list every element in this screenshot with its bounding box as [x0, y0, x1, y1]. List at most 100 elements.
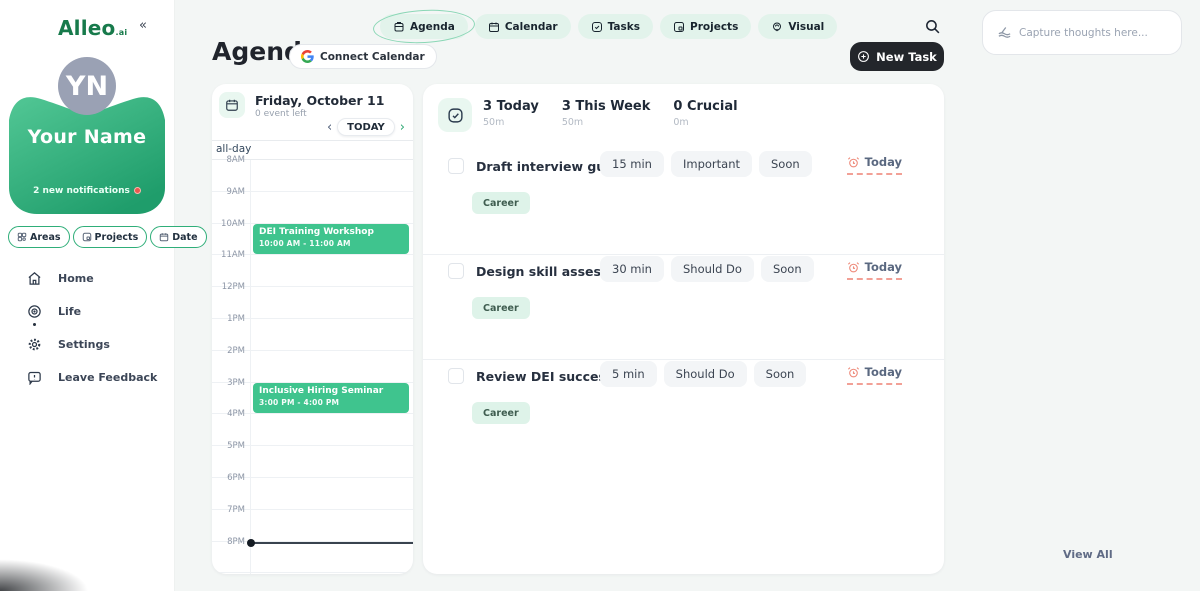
calendar-event[interactable]: DEI Training Workshop 10:00 AM - 11:00 A…: [253, 224, 409, 254]
calendar-events-left: 0 event left: [255, 109, 307, 119]
stat-count: 3: [562, 99, 571, 114]
task-checkbox[interactable]: [448, 158, 464, 174]
feedback-icon: [27, 370, 42, 385]
hour-label: 10AM: [212, 219, 245, 229]
hour-label: 8AM: [212, 155, 245, 165]
task-pills: 15 min Important Soon: [600, 151, 812, 177]
hour-label: 3PM: [212, 378, 245, 388]
urgency-pill[interactable]: Soon: [761, 256, 814, 282]
tasks-check-icon: [591, 21, 603, 33]
stat-count: 3: [483, 99, 492, 114]
task-checkbox[interactable]: [448, 368, 464, 384]
duration-pill[interactable]: 15 min: [600, 151, 664, 177]
task-tag[interactable]: Career: [472, 297, 530, 319]
connect-calendar-button[interactable]: Connect Calendar: [289, 44, 437, 69]
due-label: Today: [865, 365, 902, 379]
calendar-hour-grid: 8AM 9AM 10AM 11AM 12PM 1PM 2PM 3PM 4PM 5…: [212, 160, 413, 574]
quick-capture-icon: [997, 25, 1012, 40]
sidebar-item-leave-feedback[interactable]: Leave Feedback: [0, 361, 175, 394]
calendar-event[interactable]: Inclusive Hiring Seminar 3:00 PM - 4:00 …: [253, 383, 409, 413]
gear-icon: [27, 337, 42, 352]
tab-label: Visual: [788, 21, 824, 33]
tab-label: Calendar: [505, 21, 558, 33]
sidebar-item-home[interactable]: Home: [0, 262, 175, 295]
tab-label: Projects: [690, 21, 738, 33]
avatar[interactable]: YN: [58, 57, 116, 115]
hour-label: 1PM: [212, 314, 245, 324]
collapse-sidebar-icon[interactable]: «: [139, 18, 147, 33]
today-button[interactable]: TODAY: [337, 118, 395, 136]
notification-dot: [134, 187, 141, 194]
filter-projects-button[interactable]: Projects: [73, 226, 148, 248]
hour-label: 2PM: [212, 346, 245, 356]
connect-calendar-label: Connect Calendar: [320, 51, 425, 63]
current-time-indicator: [250, 542, 413, 544]
app-logo: Alleo.ai: [58, 16, 127, 40]
alarm-clock-icon: [847, 156, 860, 169]
capture-thoughts-input[interactable]: [1019, 27, 1167, 39]
search-button[interactable]: [924, 18, 944, 38]
filter-date-button[interactable]: Date: [150, 226, 206, 248]
areas-icon: [17, 232, 27, 242]
task-tag[interactable]: Career: [472, 192, 530, 214]
google-icon: [301, 50, 314, 63]
task-due[interactable]: Today: [847, 155, 902, 175]
calendar-panel: Friday, October 11 0 event left ‹ TODAY …: [212, 84, 413, 574]
event-title: DEI Training Workshop: [259, 227, 403, 237]
tab-agenda[interactable]: Agenda: [380, 14, 468, 39]
task-due[interactable]: Today: [847, 260, 902, 280]
urgency-pill[interactable]: Soon: [759, 151, 812, 177]
tab-visual[interactable]: Visual: [758, 14, 837, 39]
plus-circle-icon: [857, 50, 870, 63]
calendar-navigation: ‹ TODAY ›: [327, 118, 405, 136]
prev-day-button[interactable]: ‹: [327, 121, 332, 134]
calendar-date-title: Friday, October 11: [255, 93, 384, 108]
filter-projects-label: Projects: [95, 232, 139, 243]
priority-pill[interactable]: Important: [671, 151, 752, 177]
task-pills: 30 min Should Do Soon: [600, 256, 814, 282]
task-due[interactable]: Today: [847, 365, 902, 385]
event-time: 10:00 AM - 11:00 AM: [259, 239, 403, 248]
tab-tasks[interactable]: Tasks: [578, 14, 653, 39]
priority-pill[interactable]: Should Do: [664, 361, 747, 387]
task-list: Draft interview guide 15 min Important S…: [423, 150, 944, 465]
main-tabs: Agenda Calendar Tasks Projects Visual: [380, 14, 837, 39]
sidebar-item-label: Leave Feedback: [58, 371, 157, 384]
sidebar-item-label: Home: [58, 272, 94, 285]
task-checkbox[interactable]: [448, 263, 464, 279]
task-row: Draft interview guide 15 min Important S…: [423, 150, 944, 255]
notifications-text[interactable]: 2 new notifications: [9, 186, 165, 196]
filter-areas-label: Areas: [30, 232, 61, 243]
calendar-icon: [225, 98, 239, 112]
logo-suffix: .ai: [116, 28, 128, 37]
hour-row[interactable]: 8PM: [212, 542, 413, 574]
hour-label: 6PM: [212, 473, 245, 483]
sidebar-item-settings[interactable]: Settings: [0, 328, 175, 361]
tab-projects[interactable]: Projects: [660, 14, 751, 39]
calendar-header: Friday, October 11 0 event left ‹ TODAY …: [212, 84, 413, 140]
next-day-button[interactable]: ›: [400, 121, 405, 134]
view-all-link[interactable]: View All: [1063, 548, 1113, 561]
new-task-button[interactable]: New Task: [850, 42, 944, 71]
priority-pill[interactable]: Should Do: [671, 256, 754, 282]
sidebar-item-life[interactable]: Life: [0, 295, 175, 328]
projects-icon: [82, 232, 92, 242]
task-tag[interactable]: Career: [472, 402, 530, 424]
duration-pill[interactable]: 30 min: [600, 256, 664, 282]
alarm-clock-icon: [847, 261, 860, 274]
task-stats: 3 Today 50m 3 This Week 50m 0 Crucial 0m: [483, 99, 738, 128]
duration-pill[interactable]: 5 min: [600, 361, 657, 387]
agenda-icon: [393, 21, 405, 33]
hour-label: 5PM: [212, 441, 245, 451]
stat-duration: 50m: [483, 117, 539, 128]
hour-label: 8PM: [212, 537, 245, 547]
hour-label: 11AM: [212, 250, 245, 260]
urgency-pill[interactable]: Soon: [754, 361, 807, 387]
hour-label: 7PM: [212, 505, 245, 515]
tab-calendar[interactable]: Calendar: [475, 14, 571, 39]
filter-areas-button[interactable]: Areas: [8, 226, 70, 248]
capture-thoughts-box[interactable]: [982, 10, 1182, 55]
new-task-label: New Task: [876, 50, 937, 64]
tab-label: Tasks: [608, 21, 640, 33]
alarm-clock-icon: [847, 366, 860, 379]
